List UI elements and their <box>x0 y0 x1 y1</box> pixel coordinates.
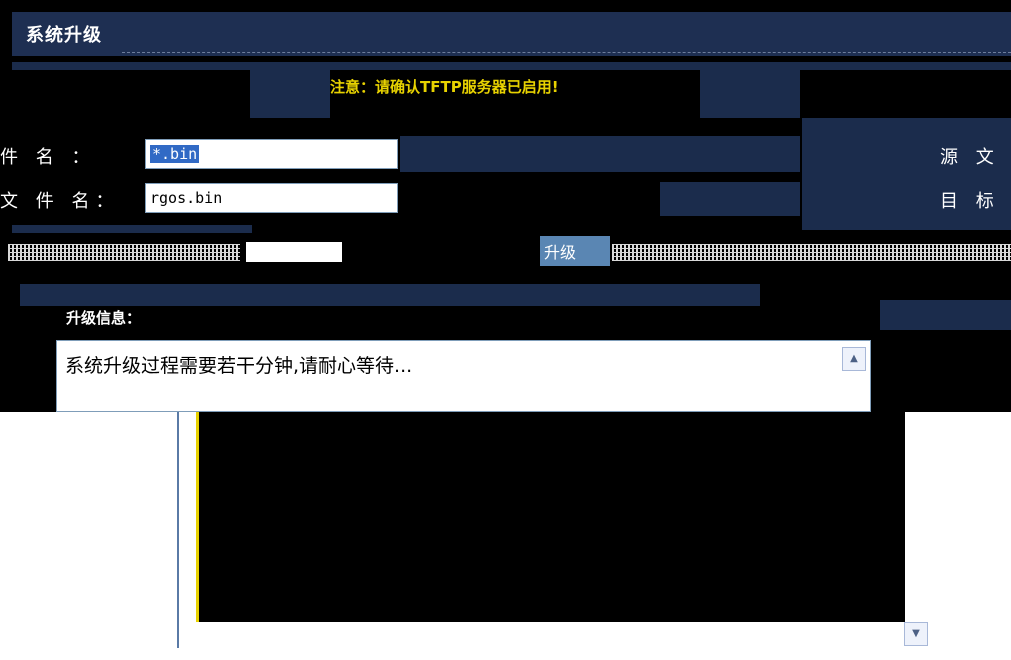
upgrade-info-message: 系统升级过程需要若干分钟,请耐心等待... <box>65 355 413 377</box>
tftp-notice: 注意：请确认TFTP服务器已启用! <box>330 78 559 96</box>
target-file-input[interactable]: rgos.bin <box>145 183 398 213</box>
row-band-2 <box>660 182 800 216</box>
source-file-value: *.bin <box>150 145 200 163</box>
row-band-1 <box>400 136 800 172</box>
divider-line <box>177 412 179 648</box>
upgrade-info-label: 升级信息： <box>66 309 142 327</box>
info-band <box>20 284 760 306</box>
progress-field <box>246 242 342 262</box>
notice-band-left <box>250 70 330 118</box>
source-file-label-right: 源 文 <box>940 147 1000 168</box>
target-file-value: rgos.bin <box>150 189 223 207</box>
target-file-label-right: 目 标 <box>940 191 1000 212</box>
log-panel <box>196 412 905 622</box>
chevron-down-icon[interactable]: ▼ <box>904 622 928 646</box>
header-band <box>12 62 1011 70</box>
garbled-row-left <box>8 244 240 261</box>
window-title: 系统升级 <box>26 25 102 46</box>
right-strip-band <box>880 300 1011 330</box>
garbled-row-right <box>612 244 1011 261</box>
notice-band-right <box>700 70 800 118</box>
chevron-up-icon[interactable]: ▲ <box>842 347 866 371</box>
upgrade-button[interactable]: 升级 <box>540 236 610 266</box>
source-file-input[interactable]: *.bin <box>145 139 398 169</box>
upgrade-info-textarea[interactable]: 系统升级过程需要若干分钟,请耐心等待... ▲ <box>56 340 871 412</box>
title-bar: 系统升级 <box>12 12 1011 56</box>
source-file-label-left: 件 名 ： <box>0 147 96 168</box>
target-file-label-left: 文 件 名： <box>0 191 120 212</box>
right-panel-band <box>802 118 1011 230</box>
row-band-3 <box>12 225 252 233</box>
